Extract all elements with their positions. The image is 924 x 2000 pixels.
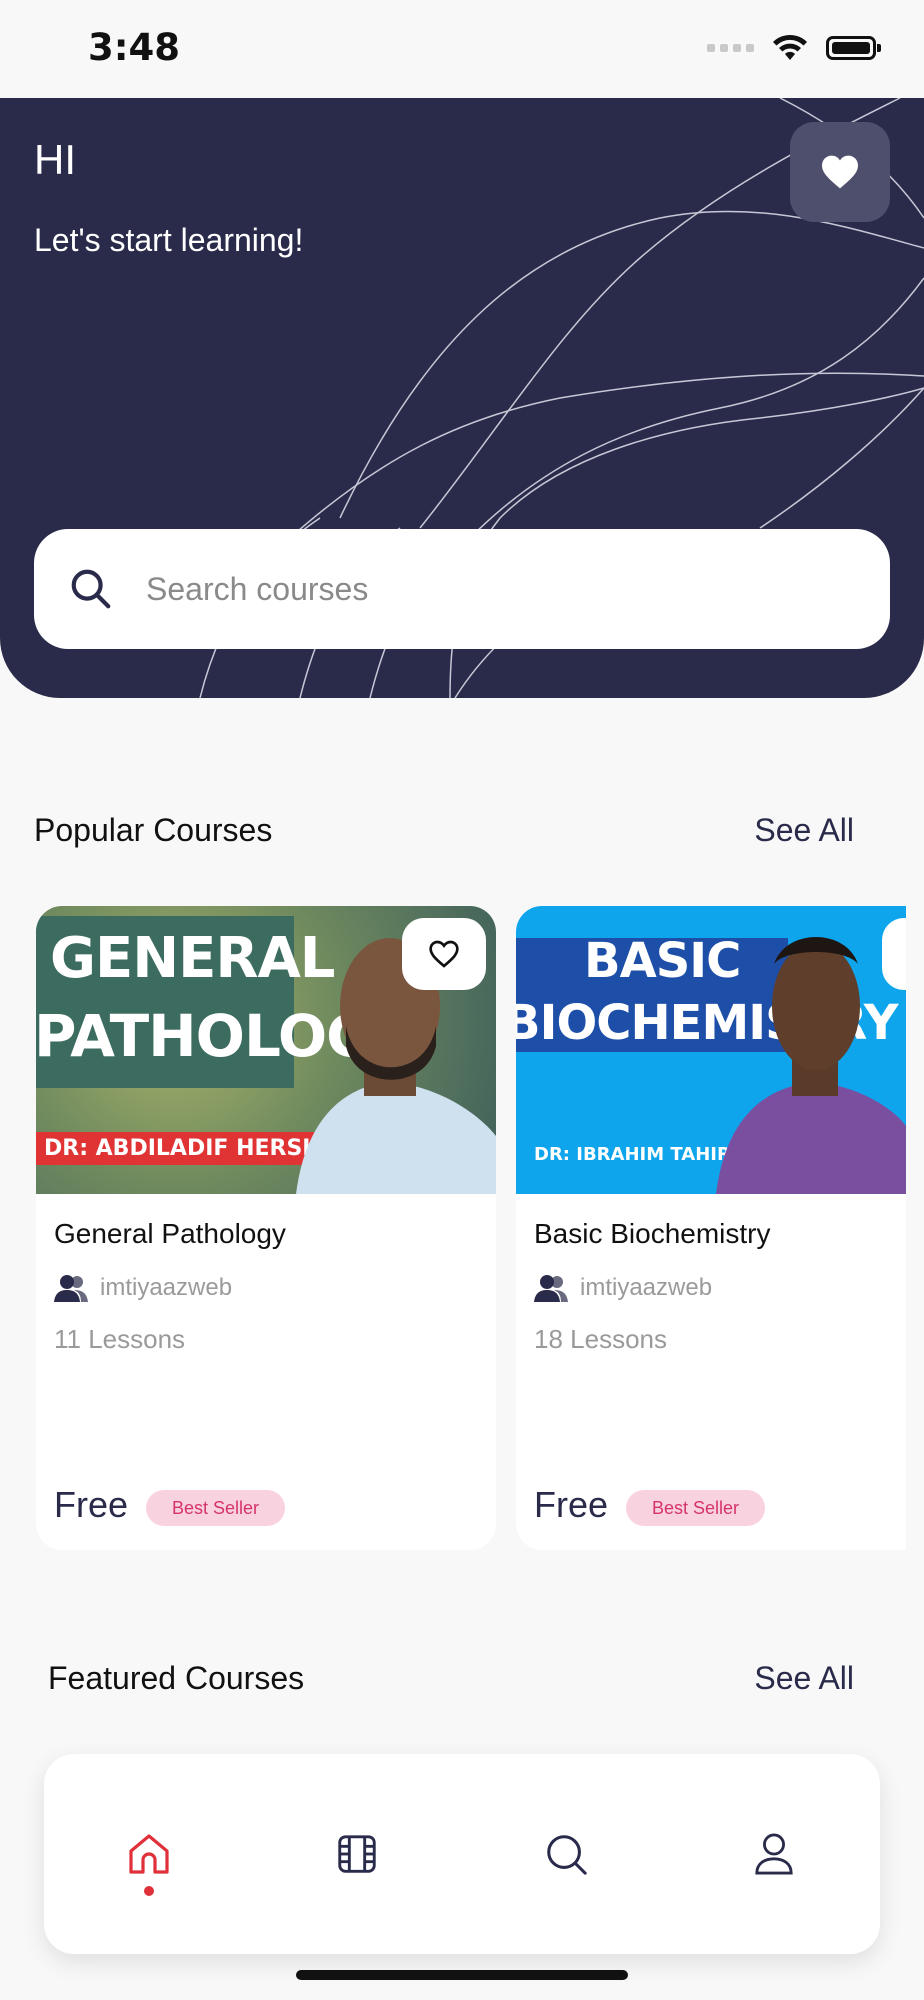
status-bar: 3:48 (0, 0, 924, 98)
favorite-button[interactable] (882, 918, 906, 990)
home-indicator (296, 1970, 628, 1980)
course-author: imtiyaazweb (54, 1274, 232, 1302)
status-icons (707, 34, 881, 62)
status-time: 3:48 (88, 26, 181, 69)
course-thumbnail: BASIC BIOCHEMISTRY DR: IBRAHIM TAHIR (516, 906, 906, 1194)
hero-header: HI Let's start learning! (0, 98, 924, 698)
favorites-button[interactable] (790, 122, 890, 222)
author-name: imtiyaazweb (580, 1274, 713, 1301)
heart-outline-icon (429, 940, 459, 968)
course-card[interactable]: BASIC BIOCHEMISTRY DR: IBRAHIM TAHIR Bas… (516, 906, 906, 1550)
search-input[interactable] (144, 569, 788, 609)
instructor-photo (716, 937, 906, 1194)
search-icon (66, 564, 116, 614)
app-screen: 3:48 HI Let's start learning! Search cou… (0, 0, 924, 2000)
author-icon (534, 1275, 568, 1302)
thumbnail-doctor: DR: IBRAHIM TAHIR (534, 1144, 731, 1165)
cellular-signal-icon (707, 44, 754, 52)
best-seller-badge: Best Seller (626, 1490, 766, 1526)
favorite-button[interactable] (402, 918, 486, 990)
nav-courses[interactable] (317, 1814, 397, 1894)
course-price: Free (54, 1484, 129, 1525)
lesson-count: 18 Lessons (534, 1324, 667, 1354)
thumbnail-doctor: DR: ABDILADIF HERSI (36, 1132, 319, 1165)
wifi-icon (773, 34, 807, 60)
bottom-navigation (44, 1754, 880, 1954)
nav-search[interactable] (526, 1814, 606, 1894)
lesson-count: 11 Lessons (54, 1324, 186, 1354)
nav-profile[interactable] (734, 1814, 814, 1894)
active-indicator (144, 1886, 154, 1896)
film-icon (338, 1835, 376, 1873)
featured-see-all-link[interactable]: See All (754, 1660, 854, 1697)
subtitle-text: Let's start learning! (34, 222, 304, 258)
nav-home[interactable] (109, 1814, 189, 1896)
author-icon (54, 1275, 88, 1302)
heart-icon (822, 155, 858, 189)
greeting-text: HI (34, 136, 76, 183)
best-seller-badge: Best Seller (146, 1490, 286, 1526)
profile-icon (755, 1833, 793, 1875)
course-thumbnail: GENERAL PATHOLOGY DR: ABDILADIF HERSI (36, 906, 496, 1194)
course-price: Free (534, 1484, 609, 1525)
search-bar[interactable] (34, 529, 890, 649)
battery-icon (826, 36, 881, 60)
course-card[interactable]: GENERAL PATHOLOGY DR: ABDILADIF HERSI Ge… (36, 906, 496, 1550)
search-icon (547, 1835, 587, 1875)
popular-courses-title: Popular Courses (34, 812, 273, 848)
featured-courses-title: Featured Courses (48, 1660, 305, 1696)
course-title: Basic Biochemistry (534, 1218, 771, 1249)
author-name: imtiyaazweb (100, 1274, 233, 1301)
course-title: General Pathology (54, 1218, 286, 1249)
popular-see-all-link[interactable]: See All (754, 812, 854, 849)
home-icon (129, 1834, 169, 1874)
course-author: imtiyaazweb (534, 1274, 712, 1302)
